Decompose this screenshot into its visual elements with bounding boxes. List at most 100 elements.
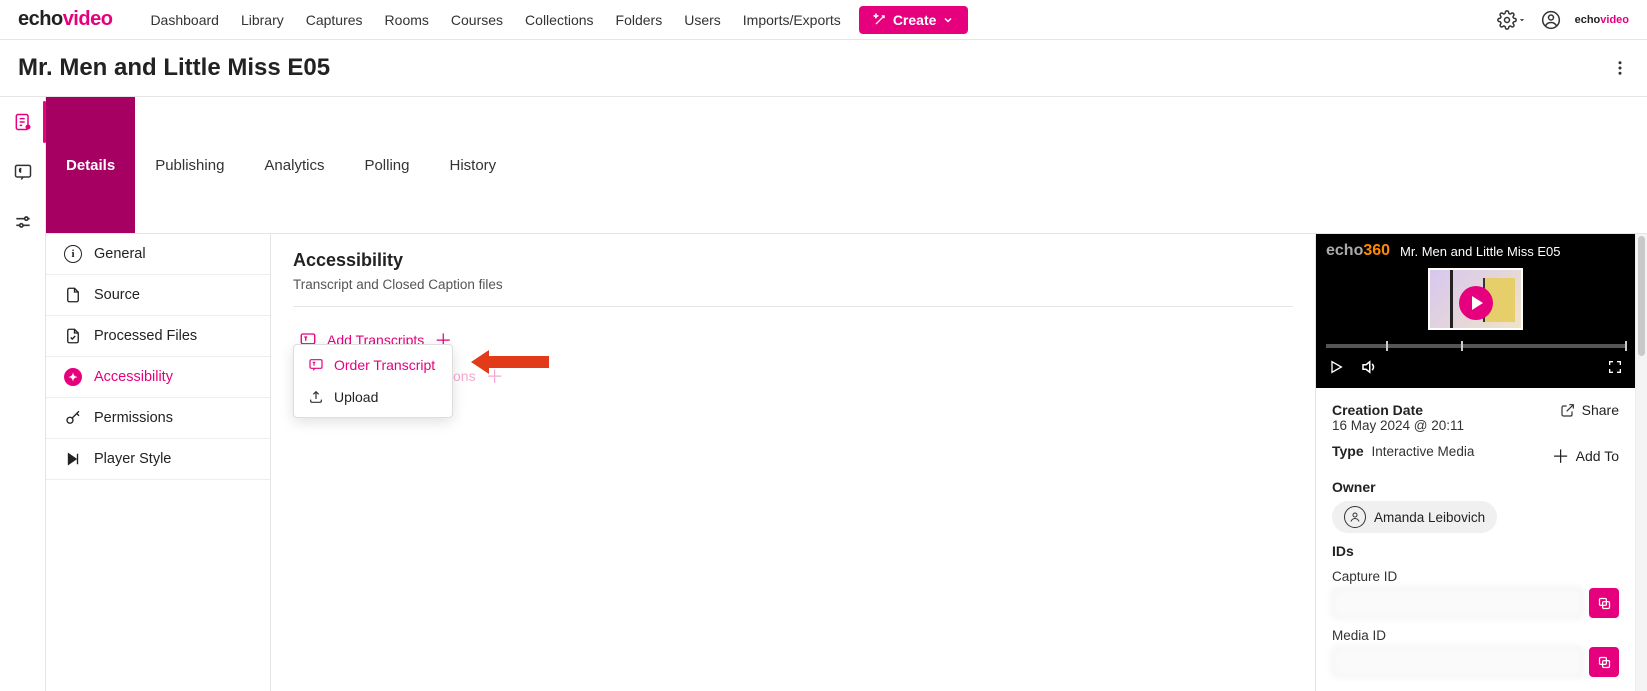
page-body: Details Publishing Analytics Polling His… — [0, 97, 1647, 691]
tab-analytics[interactable]: Analytics — [244, 97, 344, 233]
nav-users[interactable]: Users — [684, 12, 721, 28]
create-button[interactable]: Create — [859, 6, 969, 34]
nav-captures[interactable]: Captures — [306, 12, 363, 28]
subnav-general-label: General — [94, 246, 146, 262]
rail-settings[interactable] — [8, 207, 38, 237]
page-title-row: Mr. Men and Little Miss E05 — [0, 40, 1647, 97]
tabs: Details Publishing Analytics Polling His… — [46, 97, 1647, 234]
capture-id-field[interactable] — [1332, 588, 1583, 618]
content-sub: Transcript and Closed Caption files — [293, 277, 1293, 292]
divider — [293, 306, 1293, 307]
menu-order-label: Order Transcript — [334, 357, 435, 373]
menu-order-transcript[interactable]: Order Transcript — [294, 349, 452, 381]
share-icon — [1560, 402, 1576, 418]
add-transcripts-menu: Order Transcript Upload — [293, 344, 453, 418]
account-button[interactable] — [1541, 10, 1561, 30]
rail-details[interactable] — [8, 107, 38, 137]
player-header: echo360 Mr. Men and Little Miss E05 — [1316, 234, 1635, 268]
page-menu-button[interactable] — [1611, 59, 1629, 77]
meta-panel: Creation Date 16 May 2024 @ 20:11 Share … — [1316, 388, 1635, 691]
scrollbar-thumb[interactable] — [1638, 236, 1645, 356]
subnav-accessibility[interactable]: ✦ Accessibility — [46, 357, 270, 398]
video-player[interactable]: echo360 Mr. Men and Little Miss E05 — [1316, 234, 1635, 388]
create-label: Create — [893, 12, 937, 28]
subnav-permissions[interactable]: Permissions — [46, 398, 270, 439]
menu-upload-label: Upload — [334, 389, 378, 405]
brand-part2: video — [63, 8, 113, 30]
tab-polling[interactable]: Polling — [344, 97, 429, 233]
user-circle-icon — [1541, 10, 1561, 30]
menu-upload[interactable]: Upload — [294, 381, 452, 413]
nav-folders[interactable]: Folders — [616, 12, 663, 28]
kebab-icon — [1611, 59, 1629, 77]
brand-small: echovideo — [1575, 14, 1629, 26]
play-skip-icon — [64, 450, 82, 468]
fullscreen-icon[interactable] — [1607, 359, 1623, 375]
nav-dashboard[interactable]: Dashboard — [150, 12, 219, 28]
add-to-label: Add To — [1576, 448, 1619, 464]
subnav-player-style-label: Player Style — [94, 451, 171, 467]
add-captions-button[interactable]: ons ＋ — [453, 363, 1293, 389]
nav-imports-exports[interactable]: Imports/Exports — [743, 12, 841, 28]
rail-transcript[interactable] — [8, 157, 38, 187]
content-area: Accessibility Transcript and Closed Capt… — [271, 234, 1315, 691]
media-id-label: Media ID — [1332, 628, 1619, 643]
settings-button[interactable] — [1497, 10, 1527, 30]
nav-library[interactable]: Library — [241, 12, 284, 28]
subnav-general[interactable]: i General — [46, 234, 270, 275]
type-value: Interactive Media — [1372, 444, 1475, 459]
nav-courses[interactable]: Courses — [451, 12, 503, 28]
capture-id-label: Capture ID — [1332, 569, 1619, 584]
copy-icon — [1597, 655, 1612, 670]
mid-body: i General Source Processed Files ✦ — [46, 234, 1647, 691]
ids-label: IDs — [1332, 543, 1619, 559]
subnav-accessibility-label: Accessibility — [94, 369, 173, 385]
right-scrollbar[interactable] — [1635, 234, 1647, 691]
subnav-player-style[interactable]: Player Style — [46, 439, 270, 480]
subnav-processed[interactable]: Processed Files — [46, 316, 270, 357]
type-label: Type — [1332, 443, 1364, 459]
player-title: Mr. Men and Little Miss E05 — [1400, 244, 1560, 259]
left-rail — [0, 97, 46, 691]
add-to-button[interactable]: ＋ Add To — [1552, 443, 1619, 469]
volume-icon[interactable] — [1360, 358, 1378, 376]
nav-collections[interactable]: Collections — [525, 12, 593, 28]
owner-label: Owner — [1332, 479, 1619, 495]
order-icon — [308, 357, 324, 373]
caret-down-icon — [1517, 15, 1527, 25]
mid-column: Details Publishing Analytics Polling His… — [46, 97, 1647, 691]
media-id-field[interactable] — [1332, 647, 1583, 677]
owner-chip[interactable]: Amanda Leibovich — [1332, 501, 1497, 533]
tab-details[interactable]: Details — [46, 97, 135, 233]
play-icon[interactable] — [1328, 359, 1344, 375]
brand-logo[interactable]: echovideo — [18, 8, 112, 31]
copy-capture-id-button[interactable] — [1589, 588, 1619, 618]
brand-part1: echo — [18, 8, 63, 30]
annotation-arrow — [471, 350, 549, 374]
copy-media-id-button[interactable] — [1589, 647, 1619, 677]
key-icon — [64, 409, 82, 427]
play-button[interactable] — [1459, 286, 1493, 320]
top-bar: echovideo Dashboard Library Captures Roo… — [0, 0, 1647, 40]
arrow-line — [489, 356, 549, 368]
creation-date-label: Creation Date — [1332, 402, 1464, 418]
arrow-head-icon — [471, 350, 489, 374]
timeline[interactable] — [1326, 344, 1625, 348]
details-subnav: i General Source Processed Files ✦ — [46, 234, 271, 691]
share-button[interactable]: Share — [1560, 402, 1619, 418]
sliders-icon — [13, 212, 33, 232]
tab-history[interactable]: History — [429, 97, 516, 233]
creation-date-value: 16 May 2024 @ 20:11 — [1332, 418, 1464, 433]
subnav-source[interactable]: Source — [46, 275, 270, 316]
upload-icon — [308, 389, 324, 405]
subnav-processed-label: Processed Files — [94, 328, 197, 344]
page-title: Mr. Men and Little Miss E05 — [18, 54, 330, 82]
copy-icon — [1597, 596, 1612, 611]
file-check-icon — [64, 327, 82, 345]
tab-publishing[interactable]: Publishing — [135, 97, 244, 233]
nav-rooms[interactable]: Rooms — [385, 12, 429, 28]
details-icon — [13, 112, 33, 132]
avatar-icon — [1344, 506, 1366, 528]
owner-name: Amanda Leibovich — [1374, 510, 1485, 525]
share-label: Share — [1582, 402, 1619, 418]
